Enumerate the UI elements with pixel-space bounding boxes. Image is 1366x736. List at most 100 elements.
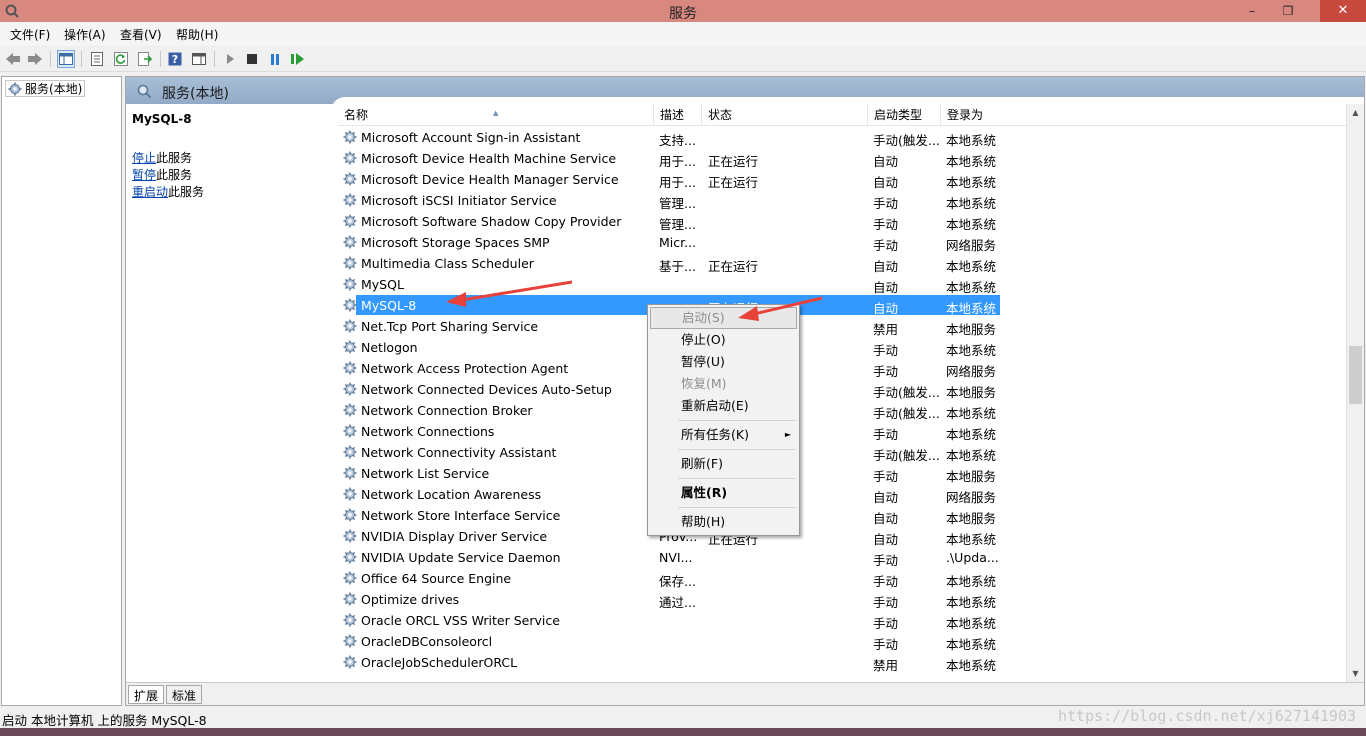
service-name: Network Access Protection Agent [361, 361, 569, 376]
table-row[interactable]: NVIDIA Display Driver Service Prov... 正在运行… [338, 526, 1346, 547]
menu-separator [678, 478, 796, 479]
submenu-arrow-icon: ► [784, 430, 791, 439]
pause-service-link[interactable]: 暂停 [132, 168, 156, 182]
pause-service-icon[interactable] [266, 50, 284, 68]
table-row[interactable]: Network List Service 手动 本地服务 [338, 463, 1346, 484]
context-menu-item[interactable]: 属性(R) [650, 482, 797, 504]
table-row[interactable]: Office 64 Source Engine 保存... 手动 本地系统 [338, 568, 1346, 589]
table-row[interactable]: Multimedia Class Scheduler 基于... 正在运行 自动 本地系… [338, 253, 1346, 274]
column-header-logon-as[interactable]: 登录为 [941, 104, 1346, 126]
stop-service-icon[interactable] [243, 50, 261, 68]
table-row[interactable]: OracleDBConsoleorcl 手动 本地系统 [338, 631, 1346, 652]
service-logon-as: 本地系统 [946, 301, 997, 316]
service-name: Microsoft iSCSI Initiator Service [361, 193, 557, 208]
table-row[interactable]: Network Store Interface Service 自动 本地服务 [338, 505, 1346, 526]
table-row[interactable]: NVIDIA Update Service Daemon NVI... 手动 .\Up… [338, 547, 1346, 568]
table-row[interactable]: Network Connectivity Assistant 手动(触发... 本地… [338, 442, 1346, 463]
sort-ascending-icon: ▲ [493, 109, 499, 117]
service-startup-type: 自动 [873, 175, 899, 190]
maximize-button[interactable]: ❐ [1274, 0, 1302, 22]
column-header-status[interactable]: 状态 [702, 104, 868, 126]
table-row[interactable]: Oracle ORCL VSS Writer Service 手动 本地系统 [338, 610, 1346, 631]
service-name: OracleDBConsoleorcl [361, 634, 493, 649]
service-name: Microsoft Software Shadow Copy Provider [361, 214, 622, 229]
service-name: Network Connections [361, 424, 495, 439]
stop-service-link[interactable]: 停止 [132, 151, 156, 165]
context-menu-item[interactable]: 所有任务(K) ► [650, 424, 797, 446]
restart-service-line: 重启动此服务 [132, 183, 204, 200]
service-gear-icon [343, 382, 357, 396]
table-row[interactable]: Microsoft Device Health Manager Service 用… [338, 169, 1346, 190]
scroll-down-icon[interactable]: ▼ [1347, 665, 1364, 682]
service-name: NVIDIA Display Driver Service [361, 529, 548, 544]
start-service-icon[interactable] [221, 50, 239, 68]
table-row[interactable]: Microsoft iSCSI Initiator Service 管理... 手动… [338, 190, 1346, 211]
service-startup-type: 手动(触发... [873, 406, 940, 421]
service-description: 保存... [659, 574, 696, 589]
tab-extended[interactable]: 扩展 [128, 685, 165, 704]
tab-standard[interactable]: 标准 [166, 685, 203, 704]
help-icon[interactable]: ? [166, 50, 184, 68]
service-gear-icon [343, 613, 357, 627]
service-logon-as: 本地系统 [946, 154, 997, 169]
scrollbar-thumb[interactable] [1349, 346, 1362, 404]
table-row[interactable]: OracleJobSchedulerORCL 禁用 本地系统 [338, 652, 1346, 673]
forward-arrow-icon[interactable] [26, 50, 44, 68]
table-row[interactable]: Optimize drives 通过... 手动 本地系统 [338, 589, 1346, 610]
back-arrow-icon[interactable] [4, 50, 22, 68]
refresh-icon[interactable] [112, 50, 130, 68]
menu-action[interactable]: 操作(A) [64, 26, 106, 43]
column-header-description[interactable]: 描述 [654, 104, 702, 126]
restart-service-icon[interactable] [289, 50, 307, 68]
properties-icon[interactable] [88, 50, 106, 68]
service-gear-icon [343, 214, 357, 228]
export-list-icon[interactable] [136, 50, 154, 68]
stop-service-suffix: 此服务 [156, 151, 193, 165]
table-row[interactable]: Network Connected Devices Auto-Setup 手动(触… [338, 379, 1346, 400]
column-header-startup-type[interactable]: 启动类型 [868, 104, 941, 126]
context-menu-item[interactable]: 停止(O) [650, 329, 797, 351]
service-name: Microsoft Device Health Machine Service [361, 151, 617, 166]
service-status: 正在运行 [708, 259, 759, 274]
close-button[interactable]: ✕ [1320, 0, 1366, 22]
table-row[interactable]: Network Access Protection Agent 手动 网络服务 [338, 358, 1346, 379]
restart-service-link[interactable]: 重启动 [132, 185, 168, 199]
show-hide-console-tree-icon[interactable] [57, 50, 75, 68]
table-row[interactable]: Network Connection Broker 手动(触发... 本地系统 [338, 400, 1346, 421]
menu-view[interactable]: 查看(V) [120, 26, 162, 43]
service-description: 用于... [659, 154, 696, 169]
context-menu-item[interactable]: 暂停(U) [650, 351, 797, 373]
column-header-name[interactable]: 名称 ▲ [338, 104, 654, 126]
pane-header: 服务(本地) [126, 77, 1364, 117]
service-name: Microsoft Account Sign-in Assistant [361, 130, 581, 145]
table-row[interactable]: Net.Tcp Port Sharing Service 禁用 本地服务 [338, 316, 1346, 337]
table-row[interactable]: Microsoft Software Shadow Copy Provider 管… [338, 211, 1346, 232]
table-row-selected[interactable]: MySQL-8正在运行自动本地系统 [338, 295, 1346, 316]
vertical-scrollbar[interactable]: ▲ ▼ [1346, 104, 1364, 682]
service-gear-icon [343, 487, 357, 501]
menu-file[interactable]: 文件(F) [10, 26, 50, 43]
scroll-up-icon[interactable]: ▲ [1347, 104, 1364, 121]
service-gear-icon [343, 592, 357, 606]
status-text: 启动 本地计算机 上的服务 MySQL-8 [2, 713, 207, 728]
table-row[interactable]: Network Connections 手动 本地系统 [338, 421, 1346, 442]
context-menu-item[interactable]: 刷新(F) [650, 453, 797, 475]
context-menu-item[interactable]: 帮助(H) [650, 511, 797, 533]
context-menu-item: 恢复(M) [681, 376, 727, 391]
show-hide-action-pane-icon[interactable] [190, 50, 208, 68]
tree-item-services-local[interactable]: 服务(本地) [5, 80, 86, 97]
service-startup-type: 手动 [873, 343, 899, 358]
table-row[interactable]: Microsoft Account Sign-in Assistant 支持...… [338, 127, 1346, 148]
service-logon-as: 本地系统 [946, 343, 997, 358]
column-headers: 名称 ▲ 描述 状态 启动类型 登录为 [338, 104, 1346, 126]
table-row[interactable]: Netlogon 手动 本地系统 [338, 337, 1346, 358]
table-row[interactable]: Network Location Awareness 自动 网络服务 [338, 484, 1346, 505]
context-menu-item[interactable]: 重新启动(E) [650, 395, 797, 417]
table-row[interactable]: MySQL 自动 本地系统 [338, 274, 1346, 295]
menu-help[interactable]: 帮助(H) [176, 26, 218, 43]
table-row[interactable]: Microsoft Device Health Machine Service 用… [338, 148, 1346, 169]
minimize-button[interactable]: – [1238, 0, 1266, 22]
service-gear-icon [343, 571, 357, 585]
table-row[interactable]: Microsoft Storage Spaces SMP Micr... 手动 网络服… [338, 232, 1346, 253]
service-name: Net.Tcp Port Sharing Service [361, 319, 539, 334]
